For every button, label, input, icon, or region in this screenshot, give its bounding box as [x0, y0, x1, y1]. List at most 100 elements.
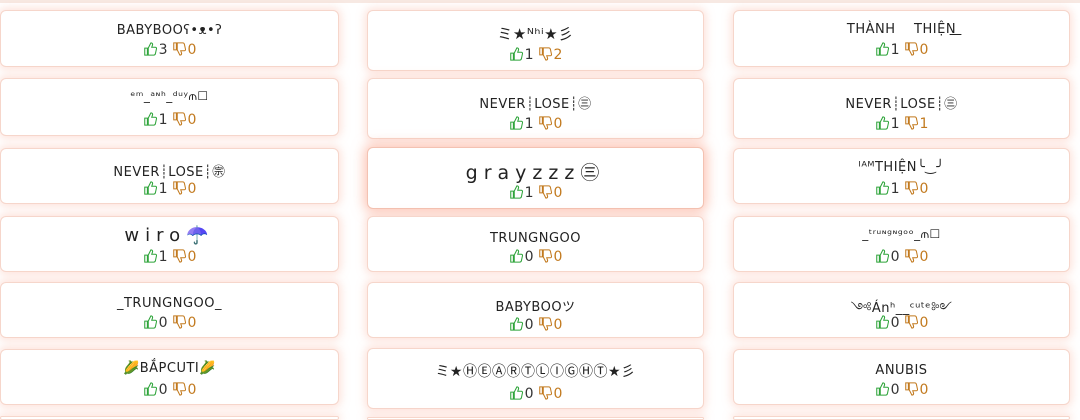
like-button[interactable]: 0	[875, 382, 900, 398]
like-button[interactable]: 1	[875, 42, 900, 58]
dislike-button[interactable]: 0	[904, 181, 929, 197]
thumbs-down-icon	[172, 315, 186, 329]
thumbs-up-icon	[143, 382, 157, 396]
like-button[interactable]: 1	[143, 181, 168, 197]
nickname-text[interactable]: NEVER┊LOSE┊㊪	[1, 161, 338, 180]
nickname-card-partial[interactable]	[733, 416, 1070, 420]
like-button[interactable]: 0	[875, 249, 900, 265]
nickname-card[interactable]: ANUBIS 0 0	[733, 349, 1070, 405]
nickname-card[interactable]: 🌽BẮPCUTI🌽 0 0	[0, 349, 339, 405]
dislike-button[interactable]: 0	[172, 42, 196, 58]
thumbs-down-icon	[172, 112, 186, 126]
dislike-count: 0	[553, 317, 563, 333]
like-button[interactable]: 0	[143, 315, 168, 331]
nickname-card-partial[interactable]	[0, 416, 339, 420]
thumbs-up-icon	[509, 386, 523, 400]
dislike-button[interactable]: 0	[538, 185, 563, 201]
dislike-button[interactable]: 0	[538, 116, 562, 132]
nickname-text[interactable]: TRUNGNGOO	[368, 231, 703, 246]
dislike-button[interactable]: 0	[538, 249, 562, 265]
nickname-text[interactable]: _ᵗʳᵘᶰᵍᶰᵍᵒᵒ_⫙☐	[734, 227, 1069, 242]
dislike-count: 0	[919, 181, 929, 197]
dislike-button[interactable]: 0	[172, 181, 197, 197]
dislike-button[interactable]: 0	[538, 317, 563, 333]
page-top-border	[0, 0, 1080, 3]
dislike-button[interactable]: 0	[172, 249, 196, 265]
dislike-button[interactable]: 0	[904, 249, 928, 265]
nickname-text[interactable]: grayzzz㊂	[368, 158, 703, 185]
thumbs-up-icon	[509, 317, 523, 331]
nickname-text[interactable]: 🌽BẮPCUTI🌽	[1, 361, 338, 376]
nickname-card[interactable]: wiro☂️ 1 0	[0, 216, 339, 272]
like-button[interactable]: 1	[875, 116, 900, 132]
like-button[interactable]: 0	[143, 382, 168, 398]
nickname-card[interactable]: ᵉᵐ_ᵃᶰʰ_ᵈᵘʸ⫙☐ 1 0	[0, 78, 339, 136]
nickname-card-highlighted[interactable]: grayzzz㊂ 1 0	[367, 147, 704, 209]
like-button[interactable]: 3	[143, 42, 168, 58]
nickname-text[interactable]: BABYBOOツ	[368, 296, 703, 315]
dislike-button[interactable]: 0	[538, 386, 562, 402]
nickname-card[interactable]: NEVER┊LOSE┊㊂ 1 1	[733, 78, 1070, 139]
like-button[interactable]: 1	[875, 181, 900, 197]
like-count: 0	[890, 315, 900, 331]
nickname-card[interactable]: BABYBOOツ 0 0	[367, 282, 704, 338]
nickname-text[interactable]: wiro☂️	[1, 225, 338, 246]
nickname-text[interactable]: ANUBIS	[734, 363, 1069, 378]
nickname-card[interactable]: ミ★ⒽⒺⒶⓇⓉⓁⒾⒼⒽⓉ★彡 0 0	[367, 348, 704, 409]
nickname-text[interactable]: ミ★ᴺʰⁱ★彡	[368, 23, 703, 44]
nickname-card[interactable]: NEVER┊LOSE┊㊪ 1 0	[0, 148, 339, 204]
thumbs-up-icon	[875, 116, 889, 130]
nickname-card[interactable]: _ᵗʳᵘᶰᵍᶰᵍᵒᵒ_⫙☐ 0 0	[733, 216, 1070, 272]
nickname-text[interactable]: NEVER┊LOSE┊㊂	[368, 93, 703, 112]
dislike-button[interactable]: 0	[904, 315, 928, 331]
like-count: 3	[158, 42, 168, 58]
nickname-card[interactable]: _TRUNGNGOO_ 0 0	[0, 282, 339, 338]
like-count: 0	[890, 249, 900, 265]
dislike-count: 0	[187, 315, 197, 331]
thumbs-down-icon	[538, 116, 552, 130]
nickname-card[interactable]: TRUNGNGOO 0 0	[367, 216, 704, 272]
thumbs-up-icon	[143, 249, 157, 263]
dislike-count: 0	[553, 185, 563, 201]
like-button[interactable]: 1	[143, 112, 168, 128]
dislike-button[interactable]: 0	[172, 315, 197, 331]
like-count: 0	[524, 249, 534, 265]
nickname-text[interactable]: THÀNH THIỆN͟͟	[734, 22, 1069, 37]
dislike-count: 0	[187, 181, 197, 197]
dislike-button[interactable]: 1	[904, 116, 928, 132]
like-count: 1	[890, 42, 900, 58]
nickname-text[interactable]: ᴵᴬᴹTHIỆN╰‿╯	[734, 160, 1069, 175]
dislike-button[interactable]: 0	[172, 382, 197, 398]
nickname-text[interactable]: _TRUNGNGOO_	[1, 296, 338, 311]
like-count: 1	[158, 112, 168, 128]
nickname-text[interactable]: NEVER┊LOSE┊㊂	[734, 93, 1069, 112]
like-button[interactable]: 0	[509, 249, 534, 265]
dislike-count: 0	[919, 382, 929, 398]
dislike-button[interactable]: 0	[172, 112, 196, 128]
thumbs-down-icon	[904, 249, 918, 263]
thumbs-up-icon	[143, 315, 157, 329]
dislike-button[interactable]: 0	[904, 42, 928, 58]
like-button[interactable]: 0	[509, 386, 534, 402]
like-button[interactable]: 1	[509, 116, 534, 132]
nickname-card[interactable]: BABYBOOʕ•ᴥ•ʔ 3 0	[0, 10, 339, 67]
dislike-button[interactable]: 0	[904, 382, 929, 398]
like-button[interactable]: 1	[143, 249, 168, 265]
thumbs-up-icon	[143, 181, 157, 195]
like-button[interactable]: 0	[509, 317, 534, 333]
like-button[interactable]: 1	[509, 47, 534, 63]
thumbs-down-icon	[172, 181, 186, 195]
nickname-card[interactable]: ミ★ᴺʰⁱ★彡 1 2	[367, 10, 704, 71]
nickname-text[interactable]: ミ★ⒽⒺⒶⓇⓉⓁⒾⒼⒽⓉ★彡	[368, 361, 703, 381]
thumbs-up-icon	[875, 382, 889, 396]
nickname-card[interactable]: NEVER┊LOSE┊㊂ 1 0	[367, 78, 704, 139]
nickname-text[interactable]: ᵉᵐ_ᵃᶰʰ_ᵈᵘʸ⫙☐	[1, 89, 338, 104]
nickname-text[interactable]: BABYBOOʕ•ᴥ•ʔ	[1, 22, 338, 38]
dislike-count: 0	[187, 382, 197, 398]
like-button[interactable]: 1	[509, 185, 534, 201]
nickname-card[interactable]: ᴵᴬᴹTHIỆN╰‿╯ 1 0	[733, 148, 1070, 204]
nickname-card[interactable]: ༺Ánʰ__ᶜᵘᵗᵉ༻ 00	[733, 282, 1070, 338]
like-button[interactable]: 0	[875, 315, 900, 331]
dislike-button[interactable]: 2	[538, 47, 562, 63]
nickname-card[interactable]: THÀNH THIỆN͟͟ 1 0	[733, 10, 1070, 67]
